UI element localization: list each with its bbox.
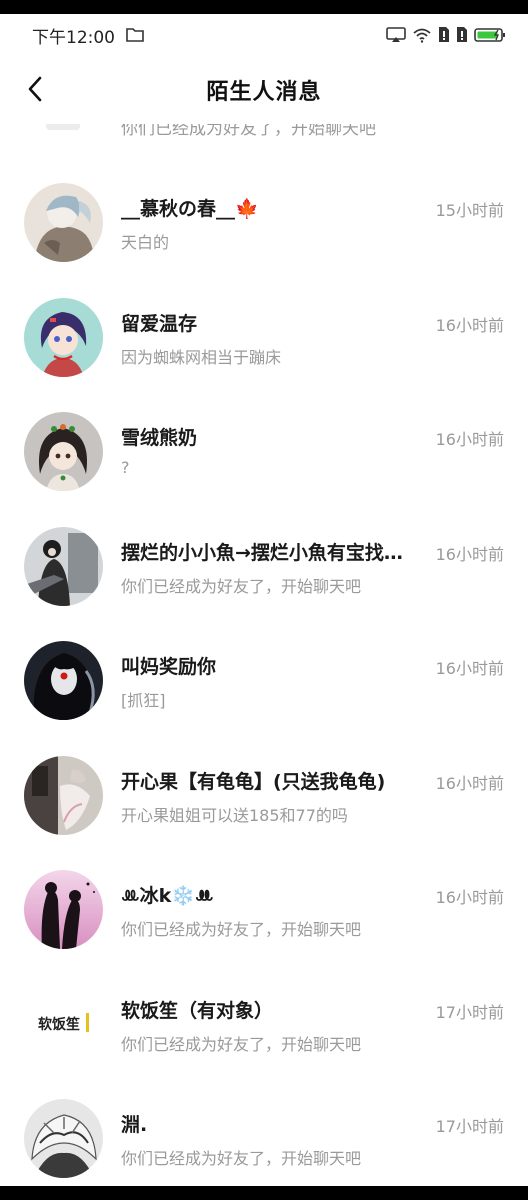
avatar[interactable] [24,755,103,835]
avatar[interactable] [24,183,103,262]
avatar-text: 软饭笙 [38,1016,80,1033]
conversation-row[interactable]: 开心果【有龟龟】(只送我龟龟) 开心果姐姐可以送185和77的吗 16小时前 [0,723,528,838]
conversation-message: 你们已经成为好友了，开始聊天吧 [121,920,362,939]
status-bar: 下午12:00 [0,14,528,54]
avatar[interactable] [24,870,103,949]
conversation-row[interactable]: 叫妈奖励你 [抓狂] 16小时前 [0,608,528,723]
conversation-time: 16小时前 [435,659,504,678]
conversation-row[interactable]: 淵. 你们已经成为好友了，开始聊天吧 17小时前 [0,1066,528,1181]
conversation-name: 叫妈奖励你 [121,656,217,678]
conversation-name: 摆烂的小小魚→摆烂小魚有宝找… [121,541,403,564]
page-title: 陌生人消息 [206,80,322,105]
avatar-text-caret [86,1012,89,1032]
conversation-name: 淵. [121,1114,148,1136]
battery-icon [474,27,508,47]
conversation-row[interactable]: 雪绒熊奶 ? 16小时前 [0,379,528,494]
conversation-name: ꔛ冰k❄️ꔚ [121,885,214,907]
avatar [46,124,80,130]
wifi-icon [412,27,432,47]
conversation-time: 17小时前 [435,1117,504,1136]
avatar[interactable] [24,1099,103,1178]
conversation-name: 留爱温存 [121,312,198,335]
conversation-row[interactable]: ꔛ冰k❄️ꔚ 你们已经成为好友了，开始聊天吧 16小时前 [0,837,528,952]
conversation-name: 软饭笙（有对象） [121,999,274,1022]
conversation-message: 你们已经成为好友了，开始聊天吧 [121,1034,362,1054]
conversation-time: 15小时前 [435,201,504,220]
folder-icon [126,27,144,46]
conversation-row[interactable]: 留爱温存 因为蜘蛛网相当于蹦床 16小时前 [0,265,528,380]
bottom-edge-bar [0,1186,528,1200]
conversation-message: 你们已经成为好友了，开始聊天吧 [121,576,362,596]
conversation-message: ? [121,458,130,477]
sim1-icon [438,26,450,47]
conversation-time: 16小时前 [435,430,504,449]
avatar[interactable]: 软饭笙 [24,984,103,1064]
conversation-message: 你们已经成为好友了，开始聊天吧 [121,124,376,139]
status-time: 下午12:00 [32,28,115,48]
conversation-list: __慕秋の春__🍁 天白的 15小时前 留爱温存 因为蜘蛛网相当于蹦床 16小时… [0,150,528,1181]
conversation-time: 16小时前 [435,544,504,564]
conversation-time: 17小时前 [435,1002,504,1022]
avatar[interactable] [24,526,103,606]
conversation-row-clipped[interactable]: 你们已经成为好友了，开始聊天吧 [0,124,528,140]
conversation-row[interactable]: 摆烂的小小魚→摆烂小魚有宝找… 你们已经成为好友了，开始聊天吧 16小时前 [0,494,528,609]
conversation-message: 因为蜘蛛网相当于蹦床 [121,347,282,367]
avatar[interactable] [24,297,103,377]
conversation-name: 雪绒熊奶 [121,427,198,449]
nav-header: 陌生人消息 [0,54,528,124]
conversation-row[interactable]: __慕秋の春__🍁 天白的 15小时前 [0,150,528,265]
conversation-time: 16小时前 [435,888,504,907]
conversation-name: 开心果【有龟龟】(只送我龟龟) [121,770,386,793]
avatar[interactable] [24,641,103,720]
conversation-time: 16小时前 [435,315,504,335]
conversation-message: [抓狂] [121,691,166,710]
top-edge-bar [0,0,528,14]
conversation-row[interactable]: 软饭笙 软饭笙（有对象） 你们已经成为好友了，开始聊天吧 17小时前 [0,952,528,1067]
status-icons [386,26,508,47]
conversation-message: 你们已经成为好友了，开始聊天吧 [121,1149,362,1168]
conversation-message: 天白的 [121,233,170,252]
conversation-time: 16小时前 [435,773,504,793]
avatar[interactable] [24,412,103,491]
conversation-message: 开心果姐姐可以送185和77的吗 [121,805,348,825]
cast-icon [386,26,406,47]
sim2-icon [456,26,468,47]
conversation-name: __慕秋の春__🍁 [121,198,259,220]
